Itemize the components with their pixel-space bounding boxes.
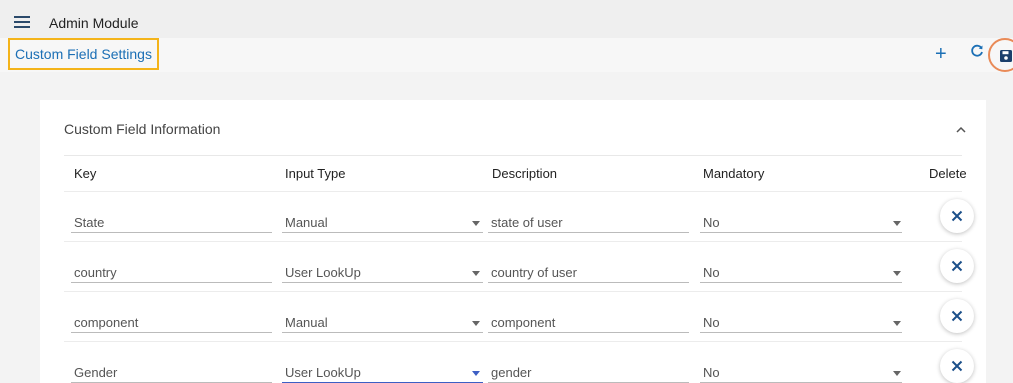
mandatory-select[interactable]: No (700, 265, 902, 283)
key-input[interactable]: Gender (71, 365, 272, 383)
header-key: Key (74, 166, 97, 181)
refresh-icon[interactable] (970, 44, 984, 63)
chevron-up-icon[interactable] (956, 120, 966, 138)
key-input[interactable]: component (71, 315, 272, 333)
hamburger-menu-icon[interactable] (14, 16, 30, 28)
chevron-down-icon[interactable] (472, 321, 480, 326)
chevron-down-icon[interactable] (893, 221, 901, 226)
mandatory-select[interactable]: No (700, 215, 902, 233)
header-input-type: Input Type (285, 166, 346, 181)
delete-row-button[interactable] (940, 249, 974, 283)
key-input[interactable]: State (71, 215, 272, 233)
description-input[interactable]: gender (488, 365, 689, 383)
close-icon (951, 260, 963, 272)
app-title: Admin Module (49, 15, 139, 31)
mandatory-select[interactable]: No (700, 365, 902, 383)
custom-field-card: Custom Field Information Key Input Type … (40, 100, 986, 383)
chevron-down-icon[interactable] (472, 371, 480, 376)
header-mandatory: Mandatory (703, 166, 765, 181)
close-icon (951, 360, 963, 372)
card-title: Custom Field Information (64, 121, 221, 137)
description-input[interactable]: component (488, 315, 689, 333)
top-bar: Admin Module (0, 0, 1013, 38)
save-icon (1000, 50, 1012, 62)
chevron-down-icon[interactable] (472, 221, 480, 226)
table-row: component Manual component No (64, 291, 974, 341)
chevron-down-icon[interactable] (472, 271, 480, 276)
close-icon (951, 310, 963, 322)
key-input[interactable]: country (71, 265, 272, 283)
plus-icon[interactable]: + (935, 44, 947, 64)
delete-row-button[interactable] (940, 199, 974, 233)
divider (64, 155, 962, 156)
table-row: State Manual state of user No (64, 191, 974, 241)
description-input[interactable]: state of user (488, 215, 689, 233)
close-icon (951, 210, 963, 222)
delete-row-button[interactable] (940, 349, 974, 383)
input-type-select[interactable]: Manual (282, 215, 483, 233)
table-row: Gender User LookUp gender No (64, 341, 974, 383)
description-input[interactable]: country of user (488, 265, 689, 283)
mandatory-select[interactable]: No (700, 315, 902, 333)
delete-row-button[interactable] (940, 299, 974, 333)
input-type-select[interactable]: User LookUp (282, 365, 483, 383)
header-description: Description (492, 166, 558, 181)
chevron-down-icon[interactable] (893, 271, 901, 276)
table-row: country User LookUp country of user No (64, 241, 974, 291)
page-title: Custom Field Settings (8, 38, 159, 70)
chevron-down-icon[interactable] (893, 321, 901, 326)
header-delete: Delete (929, 166, 967, 181)
input-type-select[interactable]: Manual (282, 315, 483, 333)
chevron-down-icon[interactable] (893, 371, 901, 376)
input-type-select[interactable]: User LookUp (282, 265, 483, 283)
